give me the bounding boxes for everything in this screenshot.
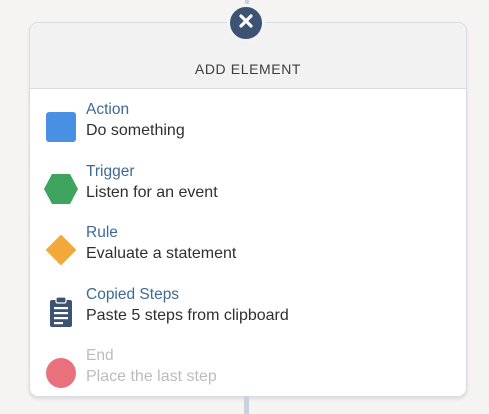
diamond-icon xyxy=(44,233,78,267)
element-item-label: Action xyxy=(86,101,130,118)
element-item-label: Trigger xyxy=(86,162,135,180)
close-button[interactable] xyxy=(227,4,265,42)
element-list: Action Do something Trigger Listen for a… xyxy=(30,89,466,396)
element-item-label: Copied Steps xyxy=(86,285,180,303)
close-icon xyxy=(238,13,254,34)
element-item-description: Do something xyxy=(86,122,185,139)
square-icon xyxy=(44,110,78,144)
element-item-rule[interactable]: Rule Evaluate a statement xyxy=(30,224,466,286)
element-item-description: Paste 5 steps from clipboard xyxy=(86,306,289,324)
element-item-description: Evaluate a statement xyxy=(86,245,237,262)
element-item-action[interactable]: Action Do something xyxy=(30,101,466,163)
clipboard-icon xyxy=(44,295,78,329)
element-item-trigger[interactable]: Trigger Listen for an event xyxy=(30,163,466,225)
element-item-end: End Place the last step xyxy=(30,347,466,396)
flow-connector-bottom xyxy=(244,396,249,414)
dialog-title: ADD ELEMENT xyxy=(194,61,302,77)
element-item-description: Listen for an event xyxy=(86,183,218,201)
hexagon-icon xyxy=(44,172,78,206)
circle-icon xyxy=(44,356,78,390)
element-item-label: End xyxy=(86,347,114,364)
add-element-dialog: ADD ELEMENT Action Do something Trigger … xyxy=(29,22,467,397)
element-item-copied-steps[interactable]: Copied Steps Paste 5 steps from clipboar… xyxy=(30,286,466,348)
element-item-description: Place the last step xyxy=(86,368,217,385)
element-item-label: Rule xyxy=(86,224,118,241)
